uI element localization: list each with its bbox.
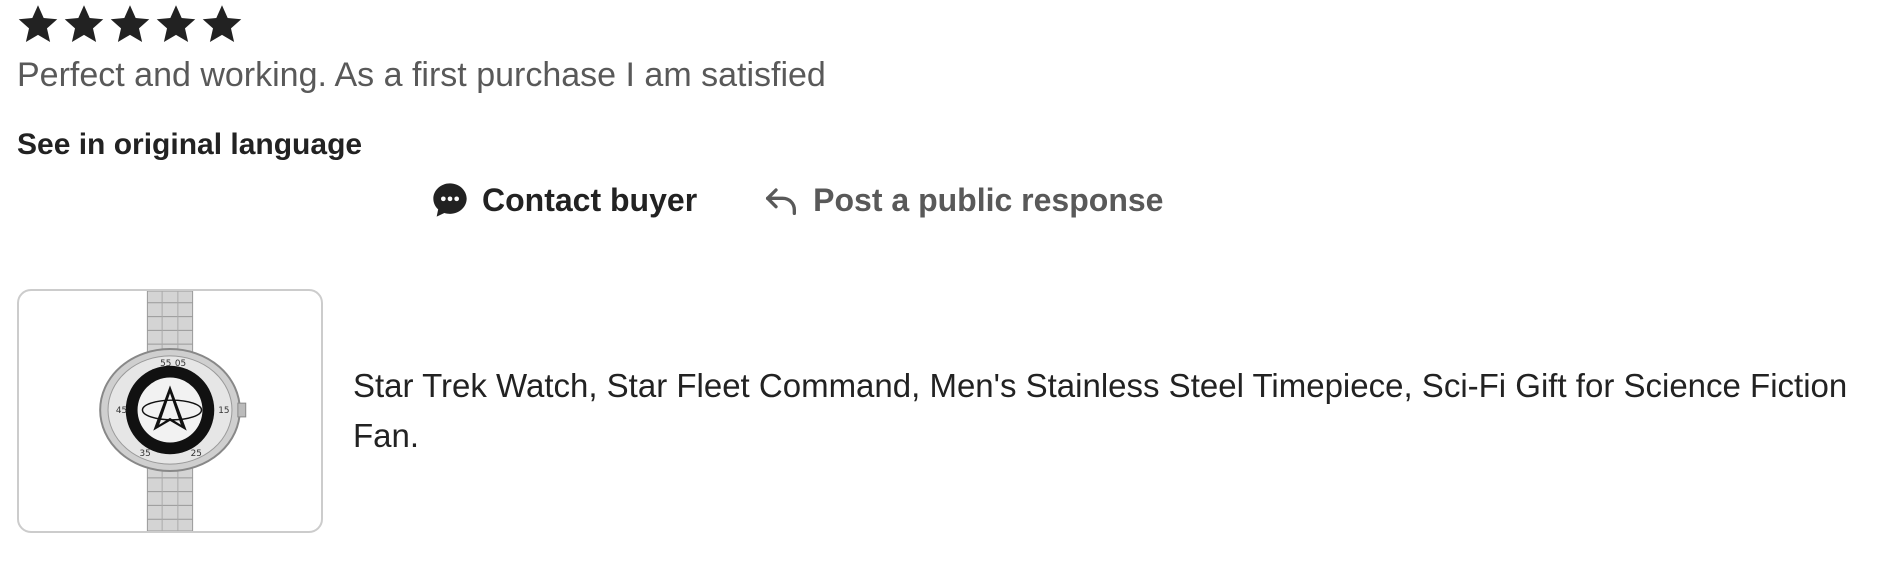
svg-text:15: 15 [218, 406, 229, 416]
chat-bubble-icon [430, 180, 470, 220]
reply-arrow-icon [761, 180, 801, 220]
see-original-language-link[interactable]: See in original language [17, 128, 362, 162]
svg-text:45: 45 [116, 406, 127, 416]
svg-text:25: 25 [191, 449, 202, 459]
post-public-response-button[interactable]: Post a public response [761, 180, 1163, 220]
review-card: Perfect and working. As a first purchase… [0, 0, 1887, 569]
contact-buyer-label: Contact buyer [482, 181, 698, 218]
svg-text:55: 55 [160, 359, 171, 369]
star-icon [154, 2, 198, 46]
star-rating [16, 2, 244, 46]
contact-buyer-button[interactable]: Contact buyer [430, 180, 697, 220]
listing-title-link[interactable]: Star Trek Watch, Star Fleet Command, Men… [353, 361, 1853, 461]
star-icon [200, 2, 244, 46]
listing-row: 55 05 45 15 35 25 Star Trek Watch, Star … [17, 289, 1853, 533]
svg-text:05: 05 [175, 359, 186, 369]
watch-thumbnail: 55 05 45 15 35 25 [99, 291, 247, 531]
svg-text:35: 35 [140, 449, 151, 459]
listing-thumbnail[interactable]: 55 05 45 15 35 25 [17, 289, 323, 533]
star-icon [62, 2, 106, 46]
star-icon [108, 2, 152, 46]
post-public-response-label: Post a public response [813, 181, 1164, 218]
star-icon [16, 2, 60, 46]
review-text: Perfect and working. As a first purchase… [17, 56, 826, 94]
review-actions: Contact buyer Post a public response [430, 180, 1163, 220]
